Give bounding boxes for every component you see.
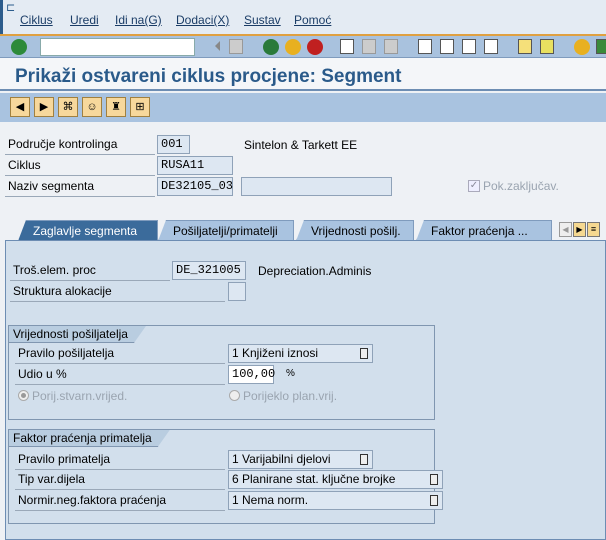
menu-pomoc[interactable]: Pomoć <box>294 13 331 27</box>
plan-values-label: Porijeklo plan.vrij. <box>243 389 338 403</box>
share-label: Udio u % <box>15 365 225 385</box>
last-page-icon[interactable] <box>484 39 498 54</box>
actual-values-label: Porij.stvarn.vrijed. <box>32 389 128 403</box>
find-next-icon[interactable] <box>384 39 398 54</box>
menu-sustav[interactable]: Sustav <box>244 13 281 27</box>
system-menu-icon[interactable]: ⊏ <box>6 1 15 14</box>
cost-element-field[interactable]: DE_321005 <box>172 261 246 280</box>
menu-idi-na[interactable]: Idi na(G) <box>115 13 162 27</box>
exit-icon[interactable] <box>285 39 301 55</box>
segment-field[interactable]: DE32105_03 <box>157 177 233 196</box>
create-session-icon[interactable] <box>518 39 532 54</box>
group-title: Vrijednosti pošiljatelja <box>9 326 146 343</box>
cycle-label: Ciklus <box>5 156 155 176</box>
receiver-rule-label: Pravilo primatelja <box>15 450 225 470</box>
menu-dodaci[interactable]: Dodaci(X) <box>176 13 229 27</box>
cost-element-label: Troš.elem. proc <box>10 261 170 281</box>
controlling-area-desc: Sintelon & Tarkett EE <box>244 138 358 152</box>
save-icon[interactable] <box>229 39 243 54</box>
norm-value: 1 Nema norm. <box>232 493 309 507</box>
hat-icon[interactable]: ♜ <box>106 97 126 117</box>
first-page-icon[interactable] <box>418 39 432 54</box>
controlling-area-label: Područje kontrolinga <box>5 135 155 155</box>
alloc-structure-label: Struktura alokacije <box>10 282 225 302</box>
tab-tracing-factor[interactable]: Faktor praćenja ... <box>416 220 552 241</box>
norm-dropdown[interactable]: 1 Nema norm. <box>228 491 443 510</box>
sender-rule-dropdown[interactable]: 1 Knjiženi iznosi <box>228 344 373 363</box>
dropdown-icon[interactable] <box>360 348 368 359</box>
tab-segment-header[interactable]: Zaglavlje segmenta <box>18 220 158 241</box>
next-icon[interactable]: ▶ <box>34 97 54 117</box>
person-icon[interactable]: ☺ <box>82 97 102 117</box>
cycle-field[interactable]: RUSA11 <box>157 156 233 175</box>
find-icon[interactable] <box>362 39 376 54</box>
tab-scroll-right-icon[interactable]: ▶ <box>573 222 586 237</box>
next-page-icon[interactable] <box>462 39 476 54</box>
layout-menu-icon[interactable] <box>596 39 606 54</box>
menu-uredi[interactable]: Uredi <box>70 13 99 27</box>
alloc-structure-field[interactable] <box>228 282 246 301</box>
tab-scroll-left-icon[interactable]: ◀ <box>559 222 572 237</box>
enter-icon[interactable] <box>11 39 27 55</box>
back-icon[interactable] <box>263 39 279 55</box>
command-field[interactable] <box>40 38 195 56</box>
help-icon[interactable] <box>574 39 590 55</box>
cost-element-desc: Depreciation.Adminis <box>258 264 372 278</box>
lock-label: Pok.zaključav. <box>483 179 559 193</box>
sender-rule-value: 1 Knjiženi iznosi <box>232 346 319 360</box>
dropdown-icon[interactable] <box>360 454 368 465</box>
group-title: Faktor praćenja primatelja <box>9 430 170 447</box>
sender-rule-label: Pravilo pošiljatelja <box>15 344 225 364</box>
receiver-rule-value: 1 Varijabilni djelovi <box>232 452 331 466</box>
segment-description-field[interactable] <box>241 177 392 196</box>
previous-icon[interactable]: ◀ <box>10 97 30 117</box>
tab-senders-receivers[interactable]: Pošiljatelji/primatelji <box>158 220 294 241</box>
shortcut-icon[interactable] <box>540 39 554 54</box>
page-title: Prikaži ostvareni ciklus procjene: Segme… <box>15 66 402 87</box>
actual-values-radio[interactable] <box>18 390 29 401</box>
segment-label: Naziv segmenta <box>5 177 155 197</box>
previous-page-icon[interactable] <box>440 39 454 54</box>
share-field[interactable]: 100,00 <box>228 365 275 384</box>
plan-values-radio[interactable] <box>229 390 240 401</box>
controlling-area-field[interactable]: 001 <box>157 135 190 154</box>
norm-label: Normir.neg.faktora praćenja <box>15 491 225 511</box>
share-unit: % <box>286 368 295 379</box>
back-arrow-icon[interactable] <box>210 41 220 51</box>
tab-sender-values[interactable]: Vrijednosti pošilj. <box>296 220 414 241</box>
var-type-dropdown[interactable]: 6 Planirane stat. ključne brojke <box>228 470 443 489</box>
dropdown-icon[interactable] <box>430 495 438 506</box>
cancel-icon[interactable] <box>307 39 323 55</box>
var-type-value: 6 Planirane stat. ključne brojke <box>232 472 396 486</box>
hierarchy-icon[interactable]: ⊞ <box>130 97 150 117</box>
tab-list-icon[interactable]: ≡ <box>587 222 600 237</box>
receiver-rule-dropdown[interactable]: 1 Varijabilni djelovi <box>228 450 373 469</box>
menu-ciklus[interactable]: Ciklus <box>20 13 53 27</box>
lock-checkbox[interactable]: ✓ <box>468 180 480 192</box>
var-type-label: Tip var.dijela <box>15 470 225 490</box>
dropdown-icon[interactable] <box>430 474 438 485</box>
binoculars-icon[interactable]: ⌘ <box>58 97 78 117</box>
print-icon[interactable] <box>340 39 354 54</box>
